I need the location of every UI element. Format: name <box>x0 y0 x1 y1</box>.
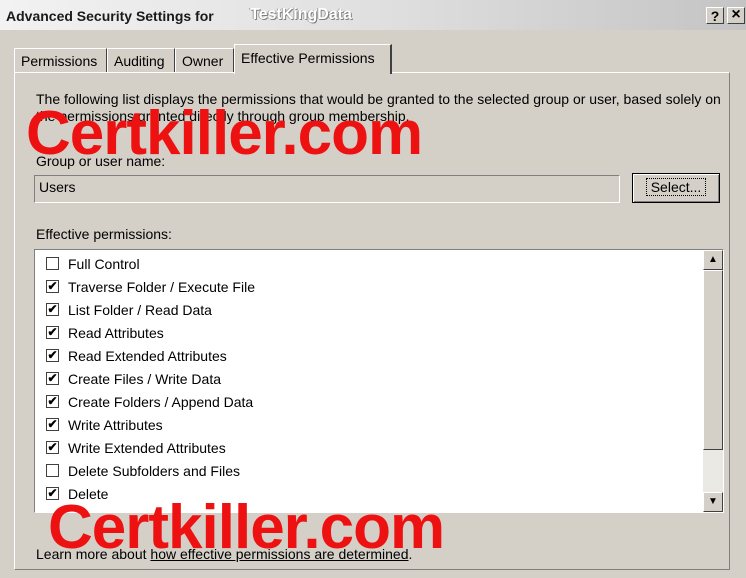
title-bar: Advanced Security Settings for TestKingD… <box>0 0 746 30</box>
effective-permissions-help-link[interactable]: how effective permissions are determined <box>150 546 408 562</box>
scroll-down-icon[interactable]: ▼ <box>703 492 723 512</box>
permission-label: Read Attributes <box>68 325 164 341</box>
description-text: The following list displays the permissi… <box>36 91 721 124</box>
vertical-scrollbar[interactable]: ▲ ▼ <box>703 250 723 512</box>
checkbox: ✔ <box>46 486 59 501</box>
checkbox: ✔ <box>46 279 59 294</box>
checkbox: ✔ <box>46 371 59 386</box>
permission-label: Read Extended Attributes <box>68 348 227 364</box>
permission-label: Traverse Folder / Execute File <box>68 279 255 295</box>
effective-permissions-label: Effective permissions: <box>36 226 172 242</box>
learn-more-suffix: . <box>408 546 413 562</box>
effective-permissions-list[interactable]: Full Control ✔ Traverse Folder / Execute … <box>34 249 724 513</box>
list-item: ✔ Create Folders / Append Data <box>46 391 253 414</box>
tab-effective-permissions[interactable]: Effective Permissions <box>234 44 392 74</box>
select-button-label: Select... <box>645 178 707 196</box>
checkbox: ✔ <box>46 394 59 409</box>
permission-label: Delete <box>68 486 109 502</box>
list-item: ✔ Read Attributes <box>46 322 164 345</box>
permission-label: List Folder / Read Data <box>68 302 212 318</box>
list-item: ✔ Create Files / Write Data <box>46 368 221 391</box>
permission-label: Full Control <box>68 256 140 272</box>
window-title-prefix: Advanced Security Settings for <box>6 8 214 24</box>
learn-more-prefix: Learn more about <box>36 546 151 562</box>
checkbox <box>46 257 59 271</box>
list-item: Delete Subfolders and Files <box>46 460 240 483</box>
scroll-up-icon[interactable]: ▲ <box>703 250 723 270</box>
checkbox: ✔ <box>46 325 59 340</box>
tab-permissions[interactable]: Permissions <box>14 48 107 72</box>
group-or-user-field[interactable]: Users <box>34 175 620 203</box>
list-item: ✔ Write Attributes <box>46 414 163 437</box>
select-button[interactable]: Select... <box>632 173 720 203</box>
permission-label: Write Extended Attributes <box>68 440 226 456</box>
checkbox: ✔ <box>46 417 59 432</box>
permission-label: Create Folders / Append Data <box>68 394 254 410</box>
list-item: ✔ Write Extended Attributes <box>46 437 226 460</box>
list-item: Full Control <box>46 253 140 276</box>
group-or-user-label: Group or user name: <box>36 153 166 169</box>
permission-label: Delete Subfolders and Files <box>68 463 240 479</box>
scroll-thumb[interactable] <box>703 270 723 450</box>
learn-more-text: Learn more about how effective permissio… <box>36 546 412 562</box>
checkbox <box>46 464 59 478</box>
list-item: ✔ Delete <box>46 483 108 506</box>
permission-label: Write Attributes <box>68 417 163 433</box>
advanced-security-settings-dialog: Advanced Security Settings for TestKingD… <box>0 0 746 578</box>
checkbox: ✔ <box>46 348 59 363</box>
checkbox: ✔ <box>46 302 59 317</box>
list-item: ✔ Read Extended Attributes <box>46 345 227 368</box>
help-button[interactable]: ? <box>706 7 724 24</box>
tab-auditing[interactable]: Auditing <box>107 48 175 72</box>
tab-owner[interactable]: Owner <box>175 48 234 72</box>
list-item: ✔ Traverse Folder / Execute File <box>46 276 255 299</box>
close-button[interactable]: × <box>727 7 745 24</box>
checkbox: ✔ <box>46 440 59 455</box>
window-title-object: TestKingData <box>250 6 352 23</box>
list-item: ✔ List Folder / Read Data <box>46 299 212 322</box>
permission-label: Create Files / Write Data <box>68 371 222 387</box>
